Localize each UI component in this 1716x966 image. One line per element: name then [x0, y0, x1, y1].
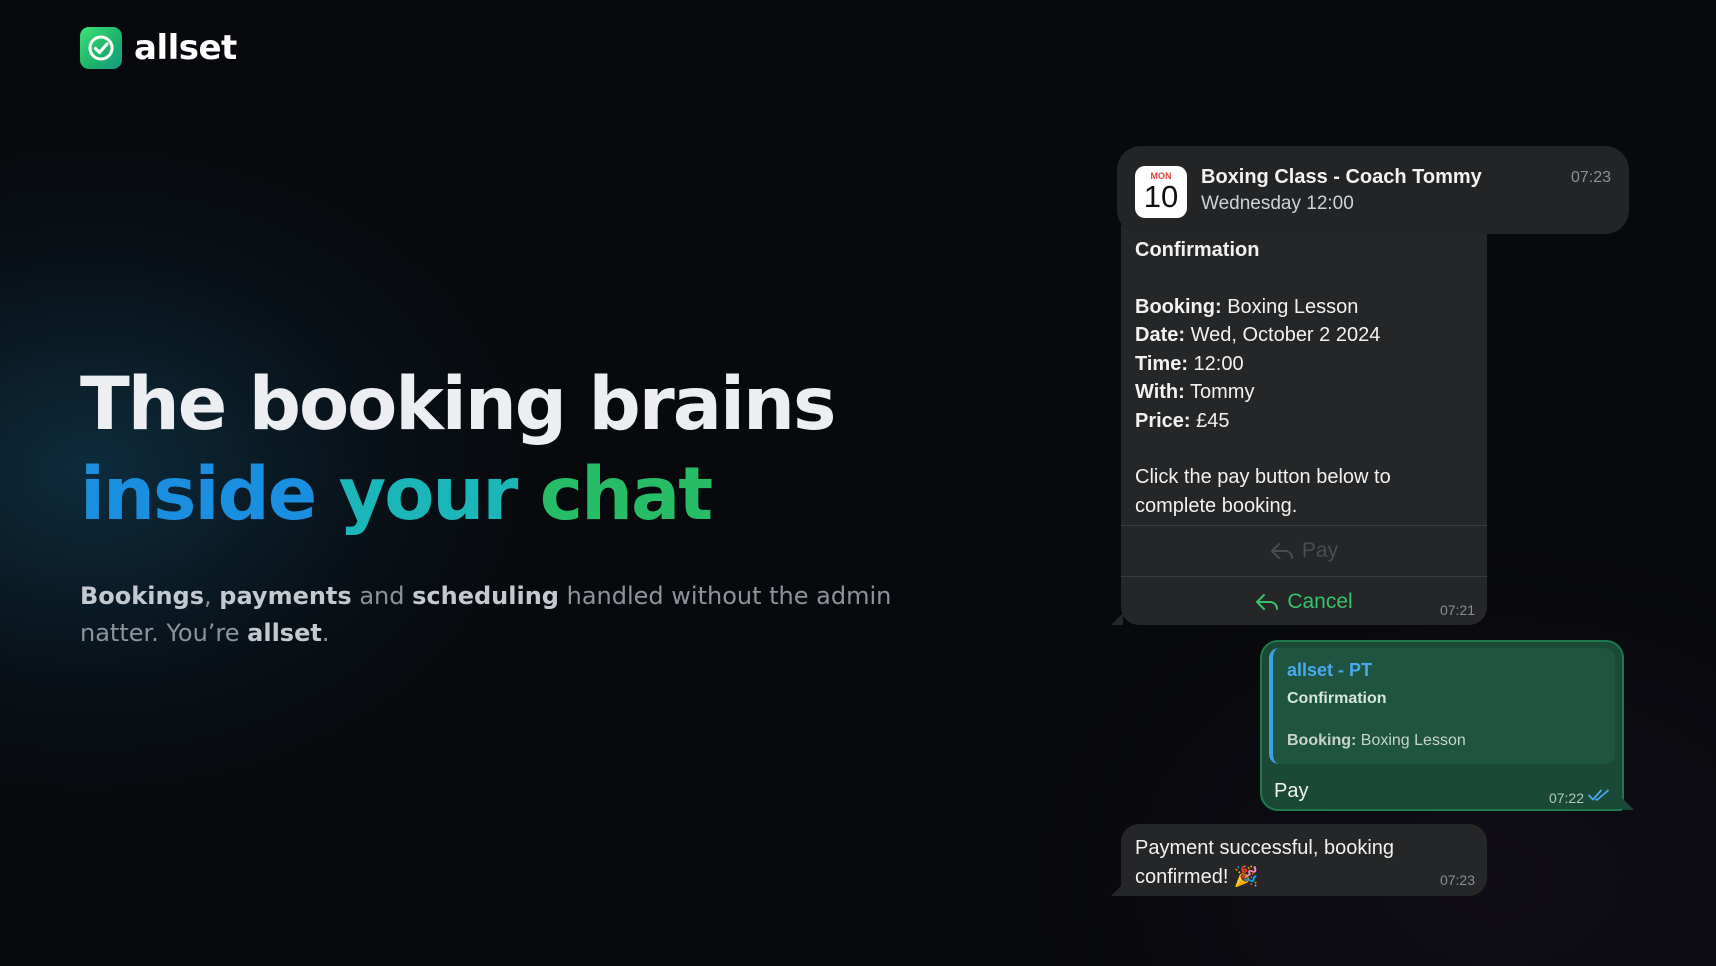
bubble-tail	[1111, 884, 1123, 896]
hero-line-2: inside your chat	[80, 450, 834, 540]
confirmation-time: 07:21	[1439, 602, 1475, 618]
sub-text-4: .	[321, 619, 330, 647]
row-value: Wed, October 2 2024	[1190, 324, 1381, 346]
brand-name: allset	[134, 28, 237, 68]
row-value: 12:00	[1193, 352, 1244, 375]
sub-scheduling: scheduling	[412, 582, 559, 610]
reply-icon	[1256, 594, 1279, 610]
reply-message: allset - PT Confirmation Booking: Boxing…	[1260, 640, 1624, 811]
quoted-message[interactable]: allset - PT Confirmation Booking: Boxing…	[1269, 648, 1615, 764]
brand-logo[interactable]: allset	[80, 27, 237, 69]
row-label: Date:	[1135, 324, 1186, 346]
success-message: Payment successful, booking confirmed! 🎉…	[1121, 824, 1487, 896]
double-check-icon	[1588, 789, 1609, 801]
reply-icon	[1270, 543, 1293, 559]
quoted-title: Confirmation	[1287, 690, 1387, 707]
check-badge-icon	[80, 27, 122, 69]
calendar-day: 10	[1143, 179, 1179, 214]
success-text: Payment successful, booking confirmed! 🎉	[1135, 837, 1395, 888]
event-card[interactable]: MON 10 Boxing Class - Coach Tommy Wednes…	[1117, 146, 1629, 234]
row-label: Booking:	[1135, 295, 1222, 318]
event-time: 07:23	[1570, 169, 1611, 186]
row-value: £45	[1196, 409, 1230, 432]
hero-subtitle: Bookings, payments and scheduling handle…	[80, 578, 910, 652]
row-value: Tommy	[1190, 381, 1255, 403]
confirmation-body: Confirmation Booking: Boxing Lesson Date…	[1135, 236, 1475, 520]
quoted-label: Booking:	[1287, 732, 1357, 749]
row-label: Time:	[1135, 352, 1188, 375]
confirmation-row-with: With: Tommy	[1135, 378, 1475, 407]
pay-button[interactable]: Pay	[1121, 525, 1487, 576]
confirmation-heading: Confirmation	[1135, 239, 1260, 261]
row-label: Price:	[1135, 409, 1191, 432]
cancel-button-label: Cancel	[1287, 590, 1353, 613]
bubble-tail	[1622, 798, 1634, 810]
row-label: With:	[1135, 381, 1185, 403]
hero-word-inside: inside	[80, 452, 317, 537]
confirmation-row-time: Time: 12:00	[1135, 350, 1475, 379]
quoted-sender: allset - PT	[1287, 660, 1373, 680]
sub-bookings: Bookings	[80, 582, 205, 610]
sub-text-1: ,	[204, 582, 220, 610]
confirmation-row-date: Date: Wed, October 2 2024	[1135, 321, 1475, 350]
quoted-line: Booking: Boxing Lesson	[1287, 732, 1466, 750]
success-time: 07:23	[1439, 872, 1475, 888]
hero-word-chat: chat	[539, 452, 713, 537]
calendar-icon: MON 10	[1135, 166, 1187, 218]
sub-text-2: and	[351, 582, 413, 610]
sub-allset: allset	[247, 619, 322, 647]
hero-heading: The booking brains inside your chat	[80, 360, 836, 540]
row-value: Boxing Lesson	[1227, 295, 1359, 318]
confirmation-row-price: Price: £45	[1135, 407, 1475, 436]
reply-time: 07:22	[1548, 790, 1584, 806]
confirmation-instruction: Click the pay button below to complete b…	[1135, 466, 1391, 517]
hero-word-your: your	[338, 452, 519, 537]
event-title: Boxing Class - Coach Tommy	[1201, 166, 1482, 188]
cancel-button[interactable]: Cancel	[1121, 576, 1487, 627]
event-subtitle: Wednesday 12:00	[1201, 193, 1354, 214]
confirmation-row-booking: Booking: Boxing Lesson	[1135, 293, 1475, 322]
pay-button-label: Pay	[1301, 539, 1339, 562]
hero-line-1: The booking brains	[80, 362, 836, 447]
confirmation-message: Confirmation Booking: Boxing Lesson Date…	[1121, 225, 1487, 625]
sub-payments: payments	[219, 582, 352, 610]
quoted-value: Boxing Lesson	[1360, 732, 1466, 749]
reply-text: Pay	[1274, 780, 1309, 802]
